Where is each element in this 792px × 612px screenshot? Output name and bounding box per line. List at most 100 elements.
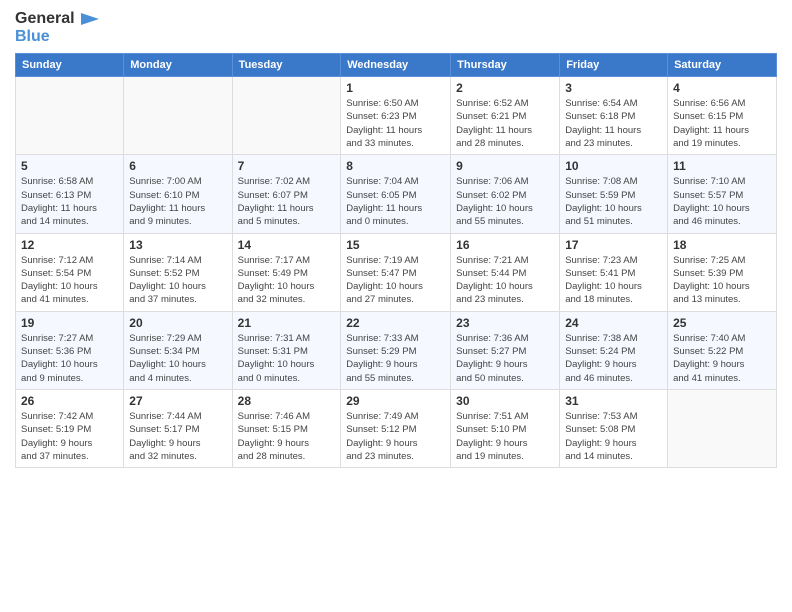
calendar-cell: 13 Sunrise: 7:14 AM Sunset: 5:52 PM Dayli… [124, 233, 232, 311]
day-info: Sunrise: 7:17 AM Sunset: 5:49 PM Dayligh… [238, 254, 336, 307]
day-number: 6 [129, 159, 226, 173]
calendar-cell: 25 Sunrise: 7:40 AM Sunset: 5:22 PM Dayli… [668, 311, 777, 389]
day-number: 2 [456, 81, 554, 95]
calendar-week-row: 26Sunrise: 7:42 AM Sunset: 5:19 PM Dayli… [16, 389, 777, 467]
calendar-cell: 28 Sunrise: 7:46 AM Sunset: 5:15 PM Dayli… [232, 389, 341, 467]
day-info: Sunrise: 7:44 AM Sunset: 5:17 PM Dayligh… [129, 410, 226, 463]
calendar-cell [16, 77, 124, 155]
day-info: Sunrise: 7:49 AM Sunset: 5:12 PM Dayligh… [346, 410, 445, 463]
day-number: 23 [456, 316, 554, 330]
day-info: Sunrise: 7:29 AM Sunset: 5:34 PM Dayligh… [129, 332, 226, 385]
logo-block: General Blue [15, 10, 99, 45]
day-number: 10 [565, 159, 662, 173]
day-info: Sunrise: 7:25 AM Sunset: 5:39 PM Dayligh… [673, 254, 771, 307]
day-info: Sunrise: 6:56 AM Sunset: 6:15 PM Dayligh… [673, 97, 771, 150]
calendar-cell: 29 Sunrise: 7:49 AM Sunset: 5:12 PM Dayli… [341, 389, 451, 467]
calendar-header-wednesday: Wednesday [341, 54, 451, 77]
day-info: Sunrise: 7:19 AM Sunset: 5:47 PM Dayligh… [346, 254, 445, 307]
day-number: 21 [238, 316, 336, 330]
calendar-cell: 6 Sunrise: 7:00 AM Sunset: 6:10 PM Daylig… [124, 155, 232, 233]
calendar-cell: 5 Sunrise: 6:58 AM Sunset: 6:13 PM Daylig… [16, 155, 124, 233]
calendar-cell: 26Sunrise: 7:42 AM Sunset: 5:19 PM Dayli… [16, 389, 124, 467]
day-info: Sunrise: 7:10 AM Sunset: 5:57 PM Dayligh… [673, 175, 771, 228]
day-number: 17 [565, 238, 662, 252]
calendar-cell: 27 Sunrise: 7:44 AM Sunset: 5:17 PM Dayli… [124, 389, 232, 467]
calendar-cell: 15Sunrise: 7:19 AM Sunset: 5:47 PM Dayli… [341, 233, 451, 311]
day-number: 18 [673, 238, 771, 252]
day-info: Sunrise: 7:14 AM Sunset: 5:52 PM Dayligh… [129, 254, 226, 307]
calendar-cell: 21 Sunrise: 7:31 AM Sunset: 5:31 PM Dayli… [232, 311, 341, 389]
calendar-cell: 14 Sunrise: 7:17 AM Sunset: 5:49 PM Dayli… [232, 233, 341, 311]
calendar-week-row: 5 Sunrise: 6:58 AM Sunset: 6:13 PM Daylig… [16, 155, 777, 233]
day-number: 27 [129, 394, 226, 408]
day-info: Sunrise: 6:58 AM Sunset: 6:13 PM Dayligh… [21, 175, 118, 228]
day-number: 13 [129, 238, 226, 252]
day-info: Sunrise: 7:33 AM Sunset: 5:29 PM Dayligh… [346, 332, 445, 385]
calendar-cell: 19Sunrise: 7:27 AM Sunset: 5:36 PM Dayli… [16, 311, 124, 389]
calendar-cell: 4 Sunrise: 6:56 AM Sunset: 6:15 PM Daylig… [668, 77, 777, 155]
calendar-cell [124, 77, 232, 155]
day-number: 4 [673, 81, 771, 95]
calendar-cell: 2 Sunrise: 6:52 AM Sunset: 6:21 PM Daylig… [451, 77, 560, 155]
calendar-cell: 22Sunrise: 7:33 AM Sunset: 5:29 PM Dayli… [341, 311, 451, 389]
calendar-header-friday: Friday [560, 54, 668, 77]
day-number: 26 [21, 394, 118, 408]
calendar-cell: 10Sunrise: 7:08 AM Sunset: 5:59 PM Dayli… [560, 155, 668, 233]
day-number: 28 [238, 394, 336, 408]
calendar-header-sunday: Sunday [16, 54, 124, 77]
day-number: 29 [346, 394, 445, 408]
day-info: Sunrise: 7:23 AM Sunset: 5:41 PM Dayligh… [565, 254, 662, 307]
day-number: 31 [565, 394, 662, 408]
day-info: Sunrise: 6:50 AM Sunset: 6:23 PM Dayligh… [346, 97, 445, 150]
calendar-cell: 24Sunrise: 7:38 AM Sunset: 5:24 PM Dayli… [560, 311, 668, 389]
calendar-week-row: 19Sunrise: 7:27 AM Sunset: 5:36 PM Dayli… [16, 311, 777, 389]
day-info: Sunrise: 7:51 AM Sunset: 5:10 PM Dayligh… [456, 410, 554, 463]
calendar-cell: 7 Sunrise: 7:02 AM Sunset: 6:07 PM Daylig… [232, 155, 341, 233]
day-info: Sunrise: 7:38 AM Sunset: 5:24 PM Dayligh… [565, 332, 662, 385]
calendar-cell: 8 Sunrise: 7:04 AM Sunset: 6:05 PM Daylig… [341, 155, 451, 233]
day-number: 9 [456, 159, 554, 173]
calendar-cell: 20 Sunrise: 7:29 AM Sunset: 5:34 PM Dayli… [124, 311, 232, 389]
calendar-header-monday: Monday [124, 54, 232, 77]
calendar-cell: 23 Sunrise: 7:36 AM Sunset: 5:27 PM Dayli… [451, 311, 560, 389]
calendar-week-row: 12Sunrise: 7:12 AM Sunset: 5:54 PM Dayli… [16, 233, 777, 311]
day-number: 1 [346, 81, 445, 95]
calendar-header-saturday: Saturday [668, 54, 777, 77]
calendar-cell: 3Sunrise: 6:54 AM Sunset: 6:18 PM Daylig… [560, 77, 668, 155]
day-info: Sunrise: 7:36 AM Sunset: 5:27 PM Dayligh… [456, 332, 554, 385]
calendar-cell: 11 Sunrise: 7:10 AM Sunset: 5:57 PM Dayli… [668, 155, 777, 233]
day-info: Sunrise: 7:04 AM Sunset: 6:05 PM Dayligh… [346, 175, 445, 228]
calendar-cell: 9 Sunrise: 7:06 AM Sunset: 6:02 PM Daylig… [451, 155, 560, 233]
day-info: Sunrise: 7:00 AM Sunset: 6:10 PM Dayligh… [129, 175, 226, 228]
calendar-cell: 1 Sunrise: 6:50 AM Sunset: 6:23 PM Daylig… [341, 77, 451, 155]
day-number: 30 [456, 394, 554, 408]
day-number: 14 [238, 238, 336, 252]
page-container: General Blue SundayMondayTuesdayWednesda… [0, 0, 792, 473]
day-info: Sunrise: 7:02 AM Sunset: 6:07 PM Dayligh… [238, 175, 336, 228]
day-info: Sunrise: 7:53 AM Sunset: 5:08 PM Dayligh… [565, 410, 662, 463]
calendar-week-row: 1 Sunrise: 6:50 AM Sunset: 6:23 PM Daylig… [16, 77, 777, 155]
calendar-cell: 17 Sunrise: 7:23 AM Sunset: 5:41 PM Dayli… [560, 233, 668, 311]
day-info: Sunrise: 7:31 AM Sunset: 5:31 PM Dayligh… [238, 332, 336, 385]
day-info: Sunrise: 6:52 AM Sunset: 6:21 PM Dayligh… [456, 97, 554, 150]
day-number: 16 [456, 238, 554, 252]
day-number: 12 [21, 238, 118, 252]
day-number: 20 [129, 316, 226, 330]
day-number: 11 [673, 159, 771, 173]
calendar-table: SundayMondayTuesdayWednesdayThursdayFrid… [15, 53, 777, 468]
day-number: 19 [21, 316, 118, 330]
calendar-cell: 16Sunrise: 7:21 AM Sunset: 5:44 PM Dayli… [451, 233, 560, 311]
calendar-cell: 30 Sunrise: 7:51 AM Sunset: 5:10 PM Dayli… [451, 389, 560, 467]
calendar-header-tuesday: Tuesday [232, 54, 341, 77]
day-info: Sunrise: 7:06 AM Sunset: 6:02 PM Dayligh… [456, 175, 554, 228]
calendar-cell [232, 77, 341, 155]
calendar-header-thursday: Thursday [451, 54, 560, 77]
day-number: 5 [21, 159, 118, 173]
day-info: Sunrise: 7:46 AM Sunset: 5:15 PM Dayligh… [238, 410, 336, 463]
calendar-cell [668, 389, 777, 467]
day-number: 8 [346, 159, 445, 173]
logo-arrow-icon [81, 13, 99, 25]
day-number: 7 [238, 159, 336, 173]
day-info: Sunrise: 7:40 AM Sunset: 5:22 PM Dayligh… [673, 332, 771, 385]
day-number: 25 [673, 316, 771, 330]
